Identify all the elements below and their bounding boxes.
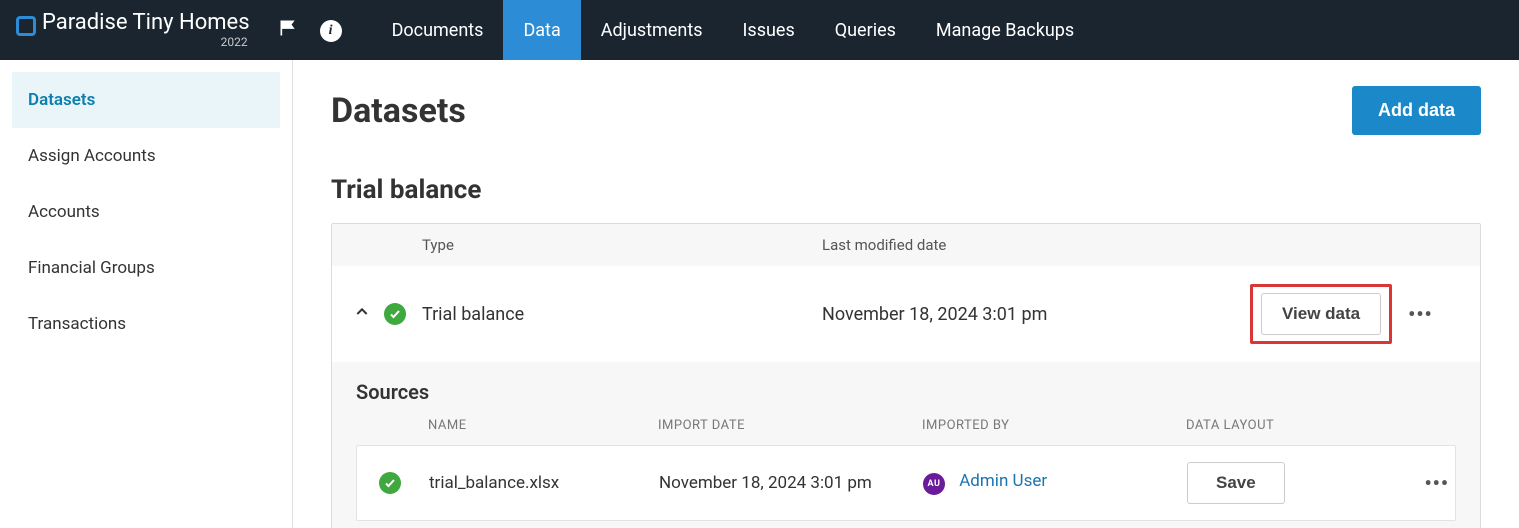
nav-adjustments[interactable]: Adjustments bbox=[581, 0, 723, 60]
nav-data[interactable]: Data bbox=[503, 0, 580, 60]
dataset-type: Trial balance bbox=[422, 304, 822, 325]
flag-icon[interactable] bbox=[278, 18, 298, 42]
sidebar: Datasets Assign Accounts Accounts Financ… bbox=[0, 60, 293, 528]
nav-label: Issues bbox=[743, 20, 795, 41]
app-year: 2022 bbox=[42, 36, 248, 50]
dataset-row: Trial balance November 18, 2024 3:01 pm … bbox=[332, 266, 1480, 362]
sidebar-item-label: Accounts bbox=[28, 202, 100, 222]
content-header: Datasets Add data bbox=[331, 86, 1481, 135]
dataset-card: Type Last modified date Trial balance bbox=[331, 223, 1481, 528]
column-header-type: Type bbox=[422, 236, 822, 254]
source-file-name: trial_balance.xlsx bbox=[423, 473, 653, 493]
page-title: Datasets bbox=[331, 91, 466, 131]
nav-issues[interactable]: Issues bbox=[723, 0, 815, 60]
chevron-up-icon[interactable] bbox=[354, 304, 370, 325]
dataset-modified: November 18, 2024 3:01 pm bbox=[822, 304, 1250, 325]
sidebar-item-label: Datasets bbox=[28, 90, 95, 110]
sidebar-item-label: Assign Accounts bbox=[28, 146, 156, 166]
top-bar: Paradise Tiny Homes 2022 i Documents Dat… bbox=[0, 0, 1519, 60]
more-options-icon[interactable]: ••• bbox=[1408, 302, 1433, 326]
sidebar-item-transactions[interactable]: Transactions bbox=[12, 296, 280, 352]
app-logo-icon bbox=[16, 16, 36, 36]
sources-col-data-layout: DATA LAYOUT bbox=[1180, 418, 1360, 433]
nav-label: Queries bbox=[835, 20, 896, 41]
info-icon[interactable]: i bbox=[320, 19, 342, 42]
sidebar-item-financial-groups[interactable]: Financial Groups bbox=[12, 240, 280, 296]
source-imported-by: AU Admin User bbox=[917, 471, 1181, 495]
sources-panel: Sources NAME IMPORT DATE IMPORTED BY DAT… bbox=[332, 362, 1480, 528]
sidebar-item-datasets[interactable]: Datasets bbox=[12, 72, 280, 128]
column-header-modified: Last modified date bbox=[822, 236, 1250, 254]
more-options-icon[interactable]: ••• bbox=[1424, 471, 1449, 495]
sources-col-name: NAME bbox=[422, 418, 652, 433]
source-import-date: November 18, 2024 3:01 pm bbox=[653, 473, 917, 493]
highlight-annotation: View data bbox=[1250, 284, 1392, 344]
sidebar-item-label: Financial Groups bbox=[28, 258, 155, 278]
imported-by-user-link[interactable]: Admin User bbox=[959, 471, 1047, 491]
section-title: Trial balance bbox=[331, 175, 1481, 205]
app-badge[interactable]: Paradise Tiny Homes 2022 bbox=[10, 10, 256, 49]
dataset-header-row: Type Last modified date bbox=[332, 224, 1480, 266]
nav-label: Adjustments bbox=[601, 20, 703, 41]
app-title: Paradise Tiny Homes bbox=[42, 10, 250, 35]
sources-col-import-date: IMPORT DATE bbox=[652, 418, 916, 433]
sources-col-imported-by: IMPORTED BY bbox=[916, 418, 1180, 433]
nav-documents[interactable]: Documents bbox=[372, 0, 504, 60]
avatar: AU bbox=[923, 473, 945, 495]
app-title-wrap: Paradise Tiny Homes 2022 bbox=[42, 10, 250, 49]
nav-label: Manage Backups bbox=[936, 20, 1074, 41]
view-data-button[interactable]: View data bbox=[1261, 293, 1381, 335]
status-ok-icon bbox=[384, 303, 406, 325]
nav-label: Data bbox=[523, 20, 560, 41]
sources-title: Sources bbox=[356, 380, 1456, 404]
layout: Datasets Assign Accounts Accounts Financ… bbox=[0, 60, 1519, 528]
status-ok-icon bbox=[379, 472, 401, 494]
sidebar-item-label: Transactions bbox=[28, 314, 126, 334]
save-layout-button[interactable]: Save bbox=[1187, 462, 1285, 504]
main-nav: Documents Data Adjustments Issues Querie… bbox=[372, 0, 1095, 60]
content-area: Datasets Add data Trial balance Type Las… bbox=[293, 60, 1519, 528]
sidebar-item-accounts[interactable]: Accounts bbox=[12, 184, 280, 240]
sidebar-item-assign-accounts[interactable]: Assign Accounts bbox=[12, 128, 280, 184]
nav-queries[interactable]: Queries bbox=[815, 0, 916, 60]
nav-manage-backups[interactable]: Manage Backups bbox=[916, 0, 1094, 60]
add-data-button[interactable]: Add data bbox=[1352, 86, 1481, 135]
source-row: trial_balance.xlsx November 18, 2024 3:0… bbox=[356, 445, 1456, 521]
nav-label: Documents bbox=[392, 20, 484, 41]
sources-header-row: NAME IMPORT DATE IMPORTED BY DATA LAYOUT bbox=[356, 418, 1456, 445]
